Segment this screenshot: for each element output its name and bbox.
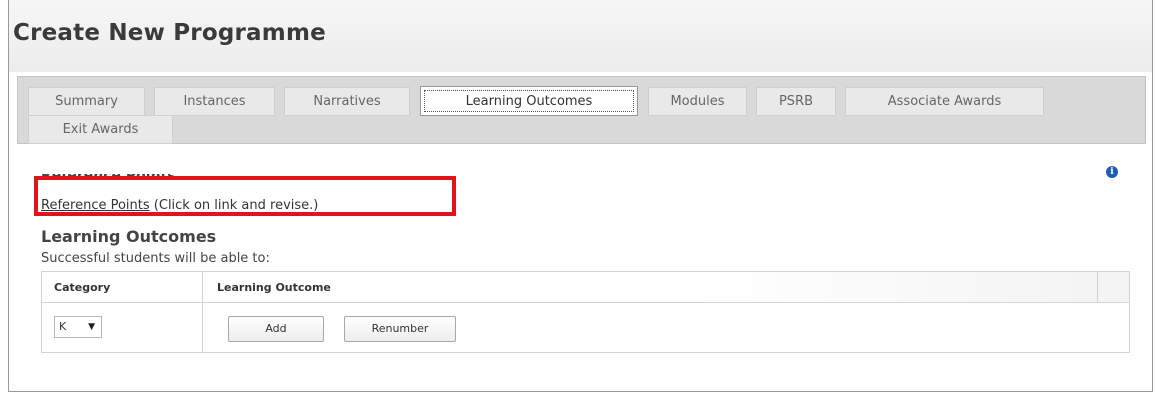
tab-associate-awards[interactable]: Associate Awards <box>845 87 1044 116</box>
column-header-category: Category <box>54 281 111 294</box>
title-bar: Create New Programme <box>9 0 1152 72</box>
tab-summary[interactable]: Summary <box>28 87 145 116</box>
tab-content-panel: i Reference Points Reference Points (Cli… <box>17 144 1146 374</box>
info-icon[interactable]: i <box>1106 166 1118 178</box>
learning-outcomes-subtitle: Successful students will be able to: <box>41 251 270 266</box>
tab-label: Instances <box>183 94 246 109</box>
category-select[interactable]: K ▼ <box>54 316 102 338</box>
tab-label: Learning Outcomes <box>465 94 593 109</box>
learning-outcomes-heading: Learning Outcomes <box>41 227 217 246</box>
column-header-learning-outcome: Learning Outcome <box>217 281 331 294</box>
add-button[interactable]: Add <box>228 316 324 342</box>
category-select-value: K <box>59 320 67 333</box>
tab-modules[interactable]: Modules <box>648 87 747 116</box>
renumber-button[interactable]: Renumber <box>344 316 456 342</box>
tab-bar: Summary Instances Narratives Learning Ou… <box>17 76 1146 144</box>
column-divider <box>1097 272 1098 302</box>
chevron-down-icon: ▼ <box>88 322 95 332</box>
tab-focus-outline: Learning Outcomes <box>424 90 634 112</box>
tab-exit-awards[interactable]: Exit Awards <box>28 115 173 144</box>
tab-psrb[interactable]: PSRB <box>756 87 836 116</box>
tab-label: Exit Awards <box>62 122 139 137</box>
tab-narratives[interactable]: Narratives <box>284 87 410 116</box>
tab-instances[interactable]: Instances <box>154 87 275 116</box>
column-divider <box>202 272 203 352</box>
main-frame: Create New Programme Summary Instances N… <box>8 0 1153 392</box>
tab-label: Narratives <box>313 94 381 109</box>
tab-label: Summary <box>55 94 118 109</box>
highlight-annotation-box <box>34 176 456 216</box>
tab-learning-outcomes[interactable]: Learning Outcomes <box>420 86 638 116</box>
tab-label: PSRB <box>778 94 814 109</box>
learning-outcomes-table: Category Learning Outcome K ▼ Add Renumb… <box>41 271 1130 353</box>
page-title: Create New Programme <box>13 20 326 46</box>
tab-label: Associate Awards <box>887 94 1002 109</box>
table-header-row: Category Learning Outcome <box>42 272 1129 303</box>
tab-label: Modules <box>670 94 725 109</box>
